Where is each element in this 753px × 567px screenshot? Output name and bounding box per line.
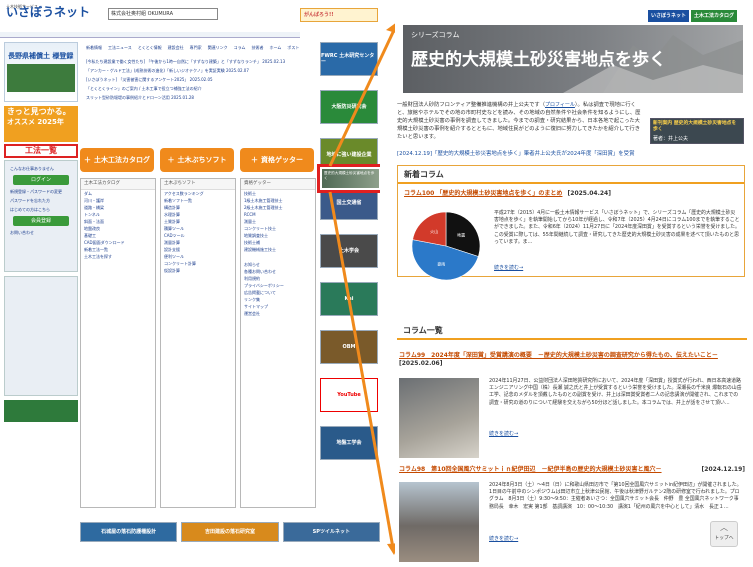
pie-chart: 地震豪雨 火山 [411, 211, 481, 281]
arrow-line-top [328, 27, 397, 167]
top-logo-strip: いさぼうネット 土木工法カタログ [648, 10, 748, 22]
isabou-logo[interactable]: いさぼうネット [648, 10, 690, 22]
book-banner-title: 新刊案内 歴史的大規模土砂災害地点を歩く [653, 121, 737, 132]
catalog-logo[interactable]: 土木工法カタログ [691, 10, 738, 22]
new-column-read-more[interactable]: 続きを読む→ [494, 264, 523, 271]
series-label: シリーズコラム [411, 31, 460, 39]
pie-slice-label: 地震 [457, 232, 465, 238]
column-98-date: [2024.12.19] [701, 466, 745, 473]
pie-slice-label: 火山 [430, 228, 438, 234]
column-99-body: 2024年11月27日、公益財団法人深田地質研究所において、2024年度「深田賞… [489, 378, 742, 406]
column-list-section: コラム一覧 コラム99 2024年度「深田賞」受賞講演の概要 －歴史的大規模土砂… [397, 322, 747, 562]
pie-slice-label: 豪雨 [437, 261, 445, 267]
series-banner: シリーズコラム 歴史的大規模土砂災害地点を歩く [403, 25, 743, 93]
series-title: 歴史的大規模土砂災害地点を歩く [411, 50, 666, 70]
column-99-thumb[interactable] [399, 378, 479, 458]
new-column-date: [2025.04.24] [567, 190, 611, 197]
column-98-thumb[interactable] [399, 482, 479, 562]
column-99-read-more[interactable]: 続きを読む→ [489, 430, 518, 437]
c99-title-row: コラム99 2024年度「深田賞」受賞講演の概要 －歴史的大規模土砂災害の調査研… [399, 352, 745, 368]
new-column-title-row: コラム100 「歴史的大規模土砂災害地点を歩く」のまとめ [2025.04.24… [398, 184, 744, 197]
book-banner-author: 著者：井上公夫 [653, 136, 689, 142]
c98-title-row: コラム98 第10回全国風穴サミットｉｎ紀伊田辺 －紀伊半島の歴史的大規模土砂災… [399, 466, 745, 474]
column-list-head: コラム一覧 [397, 322, 747, 340]
new-column-body: 平成27年（2015）4月に一般土木情報サービス「いさぼうネット」で、シリーズコ… [494, 210, 740, 245]
column-99-date: [2025.02.06] [399, 360, 443, 367]
column-98-read-more[interactable]: 続きを読む→ [489, 535, 518, 542]
column-98-body: 2024年8月3日（土）～4日（日）に和歌山県田辺市で「第10回全国風穴サミット… [489, 482, 742, 510]
intro-text-a: 一般財団法人砂防フロンティア整備推進機構の井上公夫です（ [397, 102, 545, 108]
book-banner[interactable]: 新刊案内 歴史的大規模土砂災害地点を歩く 著者：井上公夫 [650, 118, 744, 144]
profile-link[interactable]: プロフィール [545, 102, 575, 108]
chevron-up-icon: ︿ [720, 523, 728, 532]
new-column-section: 新着コラム コラム100 「歴史的大規模土砂災害地点を歩く」のまとめ [2025… [397, 165, 745, 281]
arrow-line-bottom [328, 191, 395, 549]
award-notice[interactable]: [2024.12.19]「歴史的大規模土砂災害地点を歩く」筆者井上公夫氏が202… [397, 149, 737, 157]
column-98-link[interactable]: コラム98 第10回全国風穴サミットｉｎ紀伊田辺 －紀伊半島の歴史的大規模土砂災… [399, 466, 662, 473]
column-99-link[interactable]: コラム99 2024年度「深田賞」受賞講演の概要 －歴史的大規模土砂災害の調査研… [399, 352, 718, 359]
back-to-top-label: トップへ [714, 536, 734, 541]
intro-text: 一般財団法人砂防フロンティア整備推進機構の井上公夫です（プロフィール）。私は調査… [397, 101, 642, 141]
new-column-title-link[interactable]: コラム100 「歴史的大規模土砂災害地点を歩く」のまとめ [404, 190, 562, 197]
new-column-head: 新着コラム [398, 166, 744, 184]
back-to-top-button[interactable]: ︿ トップへ [710, 521, 738, 547]
